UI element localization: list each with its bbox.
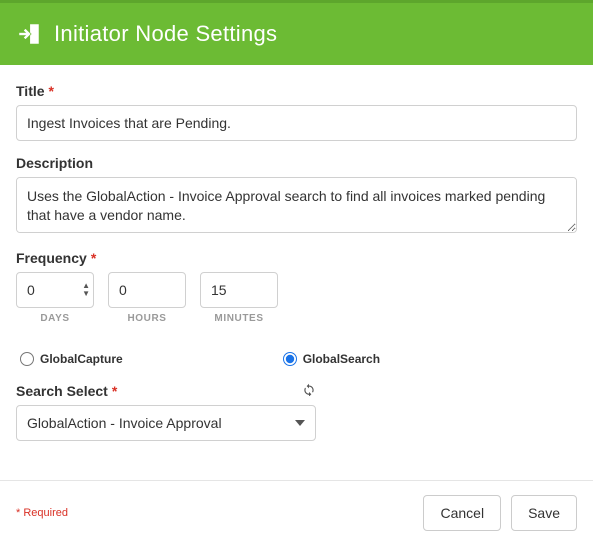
dialog-header: Initiator Node Settings <box>0 0 593 65</box>
title-label: Title <box>16 83 45 99</box>
hours-unit-label: HOURS <box>127 313 166 324</box>
frequency-hours-input[interactable] <box>108 272 186 308</box>
required-asterisk: * <box>112 383 117 399</box>
search-select-label: Search Select <box>16 383 108 399</box>
description-textarea[interactable]: Uses the GlobalAction - Invoice Approval… <box>16 177 577 233</box>
refresh-icon[interactable] <box>302 382 316 399</box>
minutes-unit-label: MINUTES <box>214 313 263 324</box>
cancel-button[interactable]: Cancel <box>423 495 501 531</box>
field-title: Title * <box>16 83 577 141</box>
frequency-minutes-input[interactable] <box>200 272 278 308</box>
radio-globalcapture-input[interactable] <box>20 352 34 366</box>
chevron-down-icon[interactable]: ▼ <box>82 290 90 298</box>
radio-globalsearch-label: GlobalSearch <box>303 352 380 366</box>
days-stepper[interactable]: ▲ ▼ <box>82 282 90 298</box>
required-asterisk: * <box>49 83 54 99</box>
frequency-label: Frequency <box>16 250 87 266</box>
radio-globalcapture-label: GlobalCapture <box>40 352 123 366</box>
description-label: Description <box>16 155 93 171</box>
source-radio-group: GlobalCapture GlobalSearch <box>16 338 577 382</box>
search-select-dropdown[interactable]: GlobalAction - Invoice Approval <box>16 405 316 441</box>
dialog-body: Title * Description Uses the GlobalActio… <box>0 65 593 441</box>
required-note: * Required <box>16 507 68 519</box>
radio-globalsearch-input[interactable] <box>283 352 297 366</box>
dialog-title: Initiator Node Settings <box>54 21 277 47</box>
title-input[interactable] <box>16 105 577 141</box>
dialog-footer: * Required Cancel Save <box>0 480 593 545</box>
initiator-icon <box>16 21 42 47</box>
field-frequency: Frequency * ▲ ▼ DAYS HOURS MINUT <box>16 250 577 324</box>
field-search-select: Search Select * GlobalAction - Invoice A… <box>16 382 577 441</box>
radio-globalcapture[interactable]: GlobalCapture <box>20 352 123 366</box>
field-description: Description Uses the GlobalAction - Invo… <box>16 155 577 236</box>
radio-globalsearch[interactable]: GlobalSearch <box>283 352 380 366</box>
days-unit-label: DAYS <box>40 313 69 324</box>
required-asterisk: * <box>91 250 96 266</box>
save-button[interactable]: Save <box>511 495 577 531</box>
